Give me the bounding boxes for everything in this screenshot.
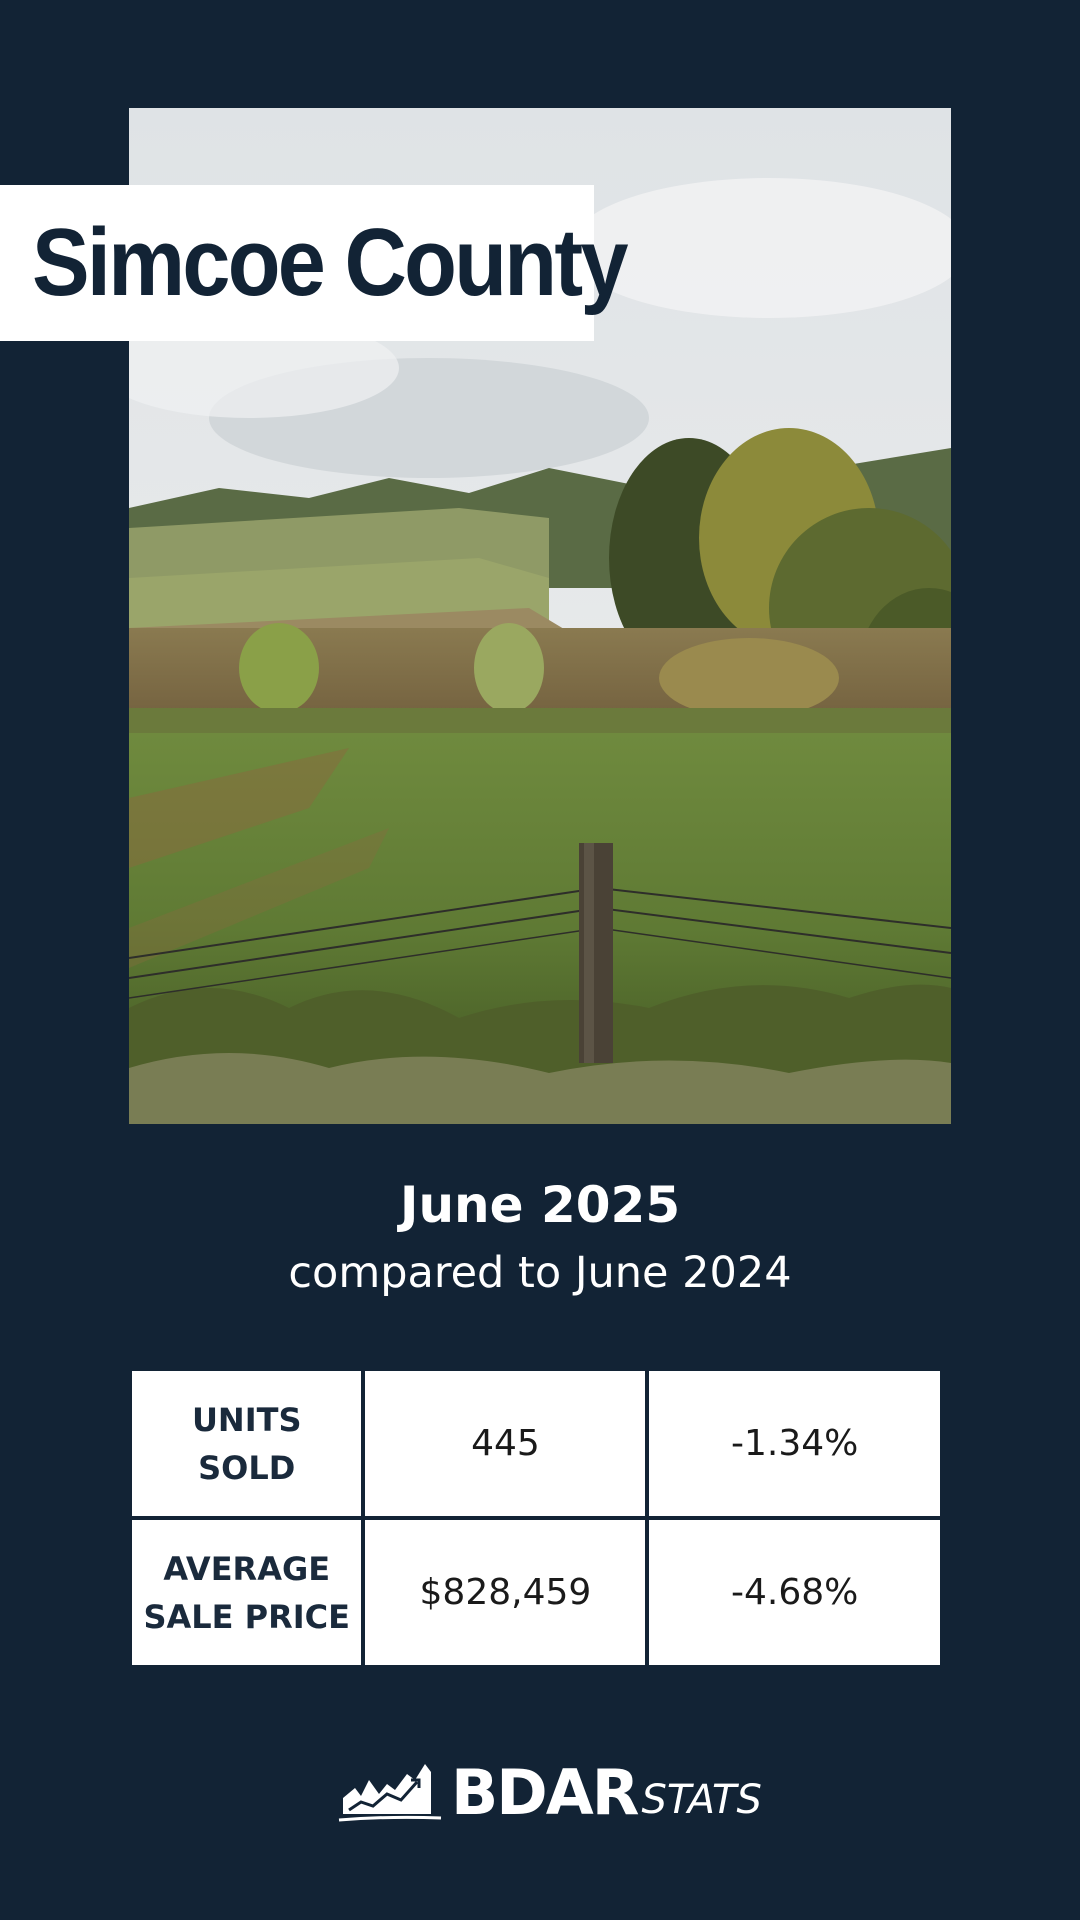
stat-value: 445 (365, 1371, 646, 1516)
comparison-period: compared to June 2024 (288, 1248, 792, 1298)
stat-label: UNITS SOLD (132, 1371, 362, 1516)
table-row: AVERAGE SALE PRICE $828,459 -4.68% (132, 1520, 940, 1665)
report-period: June 2025 (399, 1176, 681, 1234)
brand-logo: BDAR STATS (335, 1752, 762, 1824)
rising-chart-icon (338, 1764, 442, 1822)
stat-value: $828,459 (365, 1520, 646, 1665)
stat-label: AVERAGE SALE PRICE (132, 1520, 362, 1665)
stats-table: UNITS SOLD 445 -1.34% AVERAGE SALE PRICE… (128, 1367, 944, 1669)
stat-change: -1.34% (649, 1371, 940, 1516)
logo-brand-text: BDAR (451, 1756, 639, 1829)
table-row: UNITS SOLD 445 -1.34% (132, 1371, 940, 1516)
title-banner: Simcoe County (0, 185, 628, 341)
logo-sub-text: STATS (641, 1777, 762, 1823)
stat-change: -4.68% (649, 1520, 940, 1665)
page-title: Simcoe County (32, 209, 628, 316)
